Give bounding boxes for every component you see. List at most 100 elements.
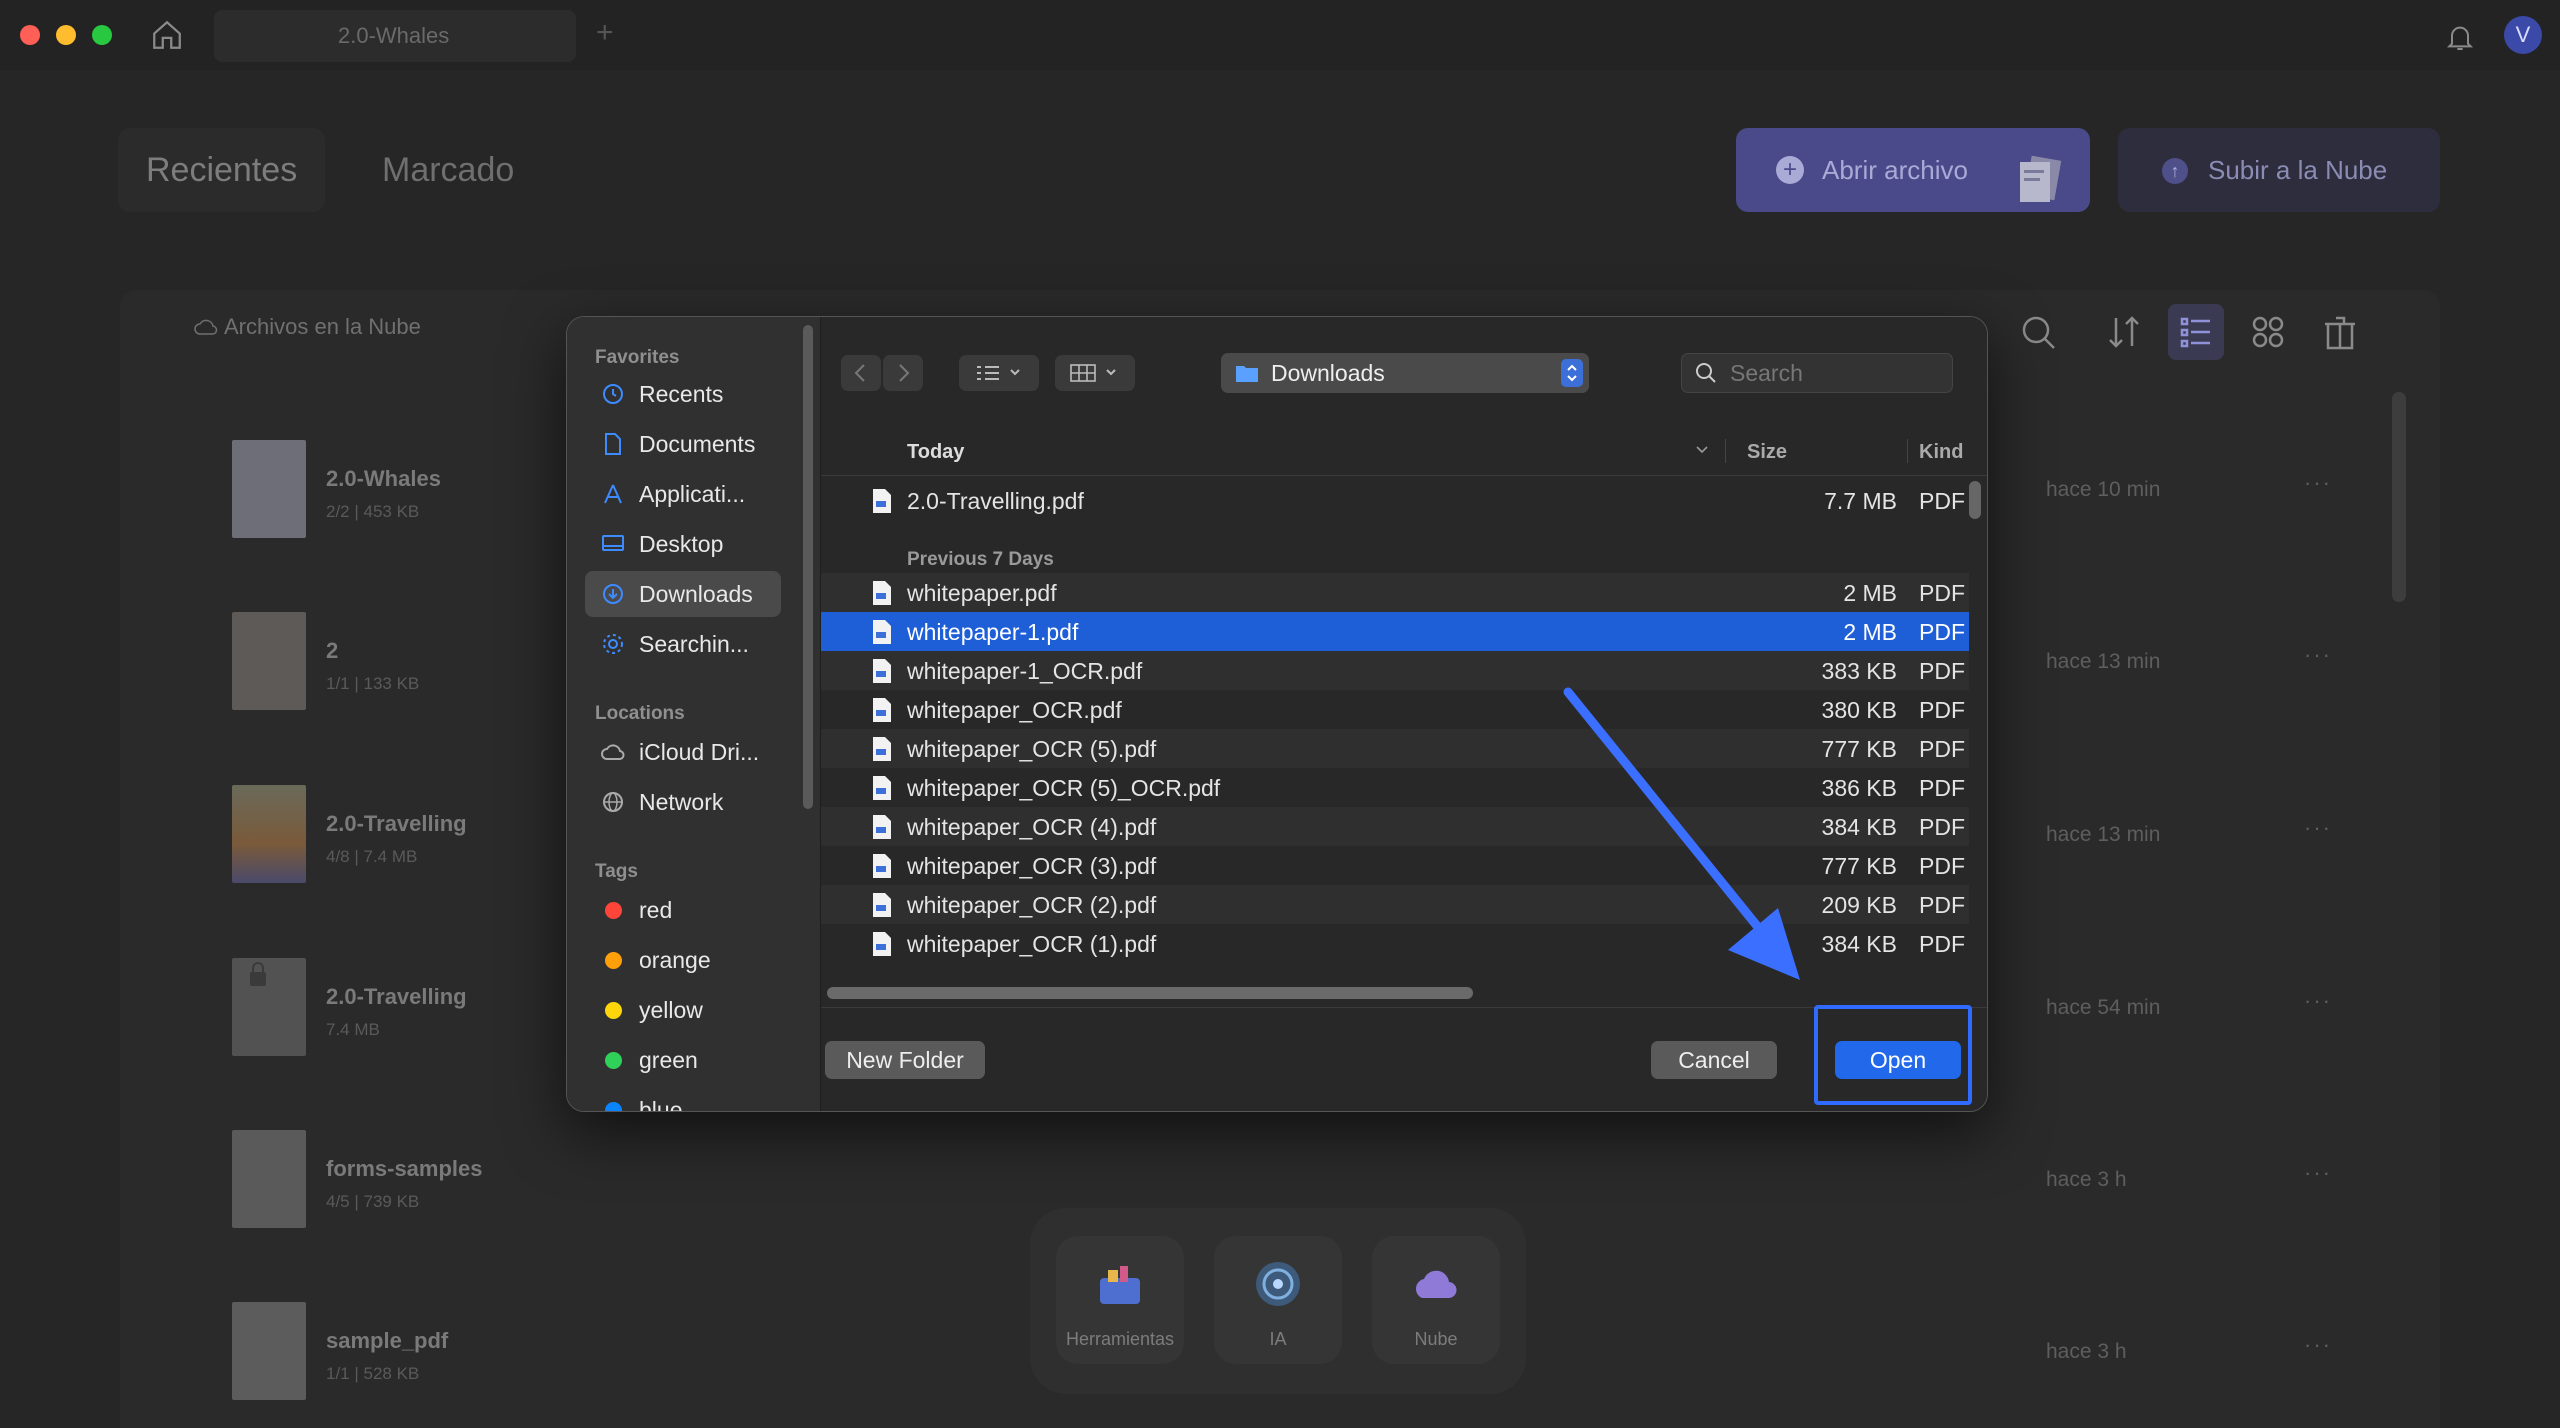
open-file-button[interactable]: + Abrir archivo (1736, 128, 2090, 212)
bell-icon[interactable] (2444, 20, 2476, 54)
tab-recents[interactable]: Recientes (118, 128, 326, 212)
sidebar-item-downloads[interactable]: Downloads (585, 571, 781, 617)
grid-group-icon (1070, 364, 1116, 382)
file-kind: PDF (1919, 619, 1965, 645)
file-meta: 4/5 | 739 KB (326, 1192, 420, 1211)
file-name: whitepaper_OCR (5).pdf (907, 736, 1157, 762)
sidebar-item-recents[interactable]: Recents (585, 371, 781, 417)
close-window-button[interactable] (20, 25, 40, 45)
favorites-header: Favorites (595, 347, 680, 368)
minimize-window-button[interactable] (56, 25, 76, 45)
column-kind-header[interactable]: Kind (1919, 441, 1963, 464)
avatar[interactable]: V (2504, 16, 2542, 54)
sidebar-tag-blue[interactable]: blue (585, 1087, 781, 1111)
file-meta: 1/1 | 133 KB (326, 674, 420, 693)
dock-ai-button[interactable]: IA (1214, 1236, 1342, 1364)
file-row[interactable]: whitepaper_OCR (4).pdf 384 KB PDF (821, 807, 1969, 846)
clock-icon (603, 384, 623, 404)
file-name: whitepaper_OCR.pdf (907, 697, 1122, 723)
list-scrollbar[interactable] (2392, 392, 2406, 602)
sidebar-item-label: Searchin... (639, 631, 749, 657)
sidebar-item-searching[interactable]: Searchin... (585, 621, 781, 667)
view-mode-button[interactable] (959, 355, 1039, 391)
file-size: 384 KB (1821, 814, 1897, 840)
upload-cloud-button[interactable]: ↑ Subir a la Nube (2118, 128, 2440, 212)
file-time: hace 3 h (2046, 1168, 2127, 1191)
sidebar-tag-red[interactable]: red (585, 887, 781, 933)
search-icon[interactable] (2010, 304, 2066, 360)
file-row[interactable]: 2.0-Travelling.pdf 7.7 MB PDF (821, 481, 1969, 520)
location-popup[interactable]: Downloads (1221, 353, 1589, 393)
more-options-icon[interactable]: ··· (2304, 815, 2332, 841)
sidebar-tag-orange[interactable]: orange (585, 937, 781, 983)
file-kind: PDF (1919, 697, 1965, 723)
new-folder-button[interactable]: New Folder (825, 1041, 985, 1079)
toolbox-icon (1100, 1266, 1140, 1304)
cloud-files-link[interactable]: Archivos en la Nube (224, 314, 421, 340)
file-kind: PDF (1919, 814, 1965, 840)
back-button[interactable] (841, 355, 881, 391)
home-icon[interactable] (150, 18, 184, 52)
sidebar-scrollbar[interactable] (803, 325, 813, 809)
cancel-button[interactable]: Cancel (1651, 1041, 1777, 1079)
file-row[interactable]: whitepaper.pdf 2 MB PDF (821, 573, 1969, 612)
sidebar-tag-green[interactable]: green (585, 1037, 781, 1083)
more-options-icon[interactable]: ··· (2304, 642, 2332, 668)
pdf-file-icon (873, 489, 891, 513)
column-size-header[interactable]: Size (1747, 441, 1787, 464)
file-meta: 1/1 | 528 KB (326, 1364, 420, 1383)
open-file-dialog: Favorites Recents Documents Applicati...… (566, 316, 1988, 1112)
dock-tools-button[interactable]: Herramientas (1056, 1236, 1184, 1364)
folder-icon (1236, 366, 1258, 382)
zoom-window-button[interactable] (92, 25, 112, 45)
more-options-icon[interactable]: ··· (2304, 988, 2332, 1014)
file-row[interactable]: whitepaper_OCR (2).pdf 209 KB PDF (821, 885, 1969, 924)
list-view-button[interactable] (2168, 304, 2224, 360)
file-row[interactable]: whitepaper_OCR (5)_OCR.pdf 386 KB PDF (821, 768, 1969, 807)
more-options-icon[interactable]: ··· (2304, 1332, 2332, 1358)
chevron-down-icon[interactable] (1695, 445, 1709, 455)
documents-illustration-icon (2020, 155, 2062, 202)
more-options-icon[interactable]: ··· (2304, 1160, 2332, 1186)
column-name-header[interactable]: Today (907, 441, 964, 464)
sidebar-item-network[interactable]: Network (585, 779, 781, 825)
tag-color-dot (605, 1052, 622, 1069)
cloud-icon (1415, 1270, 1457, 1299)
document-icon (605, 433, 621, 455)
search-input[interactable]: Search (1681, 353, 1953, 393)
pdf-file-icon (873, 581, 891, 605)
file-row-selected[interactable]: whitepaper-1.pdf 2 MB PDF (821, 612, 1969, 651)
sidebar-tag-yellow[interactable]: yellow (585, 987, 781, 1033)
tag-color-dot (605, 952, 622, 969)
file-row[interactable]: whitepaper_OCR (1).pdf 384 KB PDF (821, 924, 1969, 963)
forward-button[interactable] (883, 355, 923, 391)
dialog-browser: Downloads Search Today Size Kind 2.0-Tra… (821, 317, 1987, 1111)
file-row[interactable]: whitepaper-1_OCR.pdf 383 KB PDF (821, 651, 1969, 690)
sort-icon[interactable] (2096, 304, 2152, 360)
group-mode-button[interactable] (1055, 355, 1135, 391)
grid-view-icon[interactable] (2240, 304, 2296, 360)
sidebar-item-label: red (639, 897, 673, 923)
sidebar-item-documents[interactable]: Documents (585, 421, 781, 467)
file-row[interactable]: whitepaper_OCR (3).pdf 777 KB PDF (821, 846, 1969, 885)
file-size: 386 KB (1821, 775, 1897, 801)
file-row[interactable]: whitepaper_OCR (5).pdf 777 KB PDF (821, 729, 1969, 768)
sidebar-item-icloud[interactable]: iCloud Dri... (585, 729, 781, 775)
file-row[interactable]: whitepaper_OCR.pdf 380 KB PDF (821, 690, 1969, 729)
file-name: whitepaper_OCR (4).pdf (907, 814, 1157, 840)
open-file-label: Abrir archivo (1822, 155, 1968, 185)
dock-cloud-button[interactable]: Nube (1372, 1236, 1500, 1364)
new-tab-icon[interactable]: + (596, 16, 614, 50)
vertical-scrollbar[interactable] (1969, 481, 1981, 519)
file-name: whitepaper-1_OCR.pdf (907, 658, 1143, 684)
file-name: whitepaper.pdf (907, 580, 1057, 606)
trash-icon[interactable] (2312, 304, 2368, 360)
tab-marked[interactable]: Marcado (354, 128, 542, 212)
more-options-icon[interactable]: ··· (2304, 470, 2332, 496)
sidebar-item-desktop[interactable]: Desktop (585, 521, 781, 567)
sidebar-item-applications[interactable]: Applicati... (585, 471, 781, 517)
document-tab[interactable]: 2.0-Whales (214, 10, 576, 62)
file-name: sample_pdf (326, 1328, 449, 1353)
horizontal-scrollbar[interactable] (827, 987, 1473, 999)
sidebar-item-label: Recents (639, 381, 724, 407)
